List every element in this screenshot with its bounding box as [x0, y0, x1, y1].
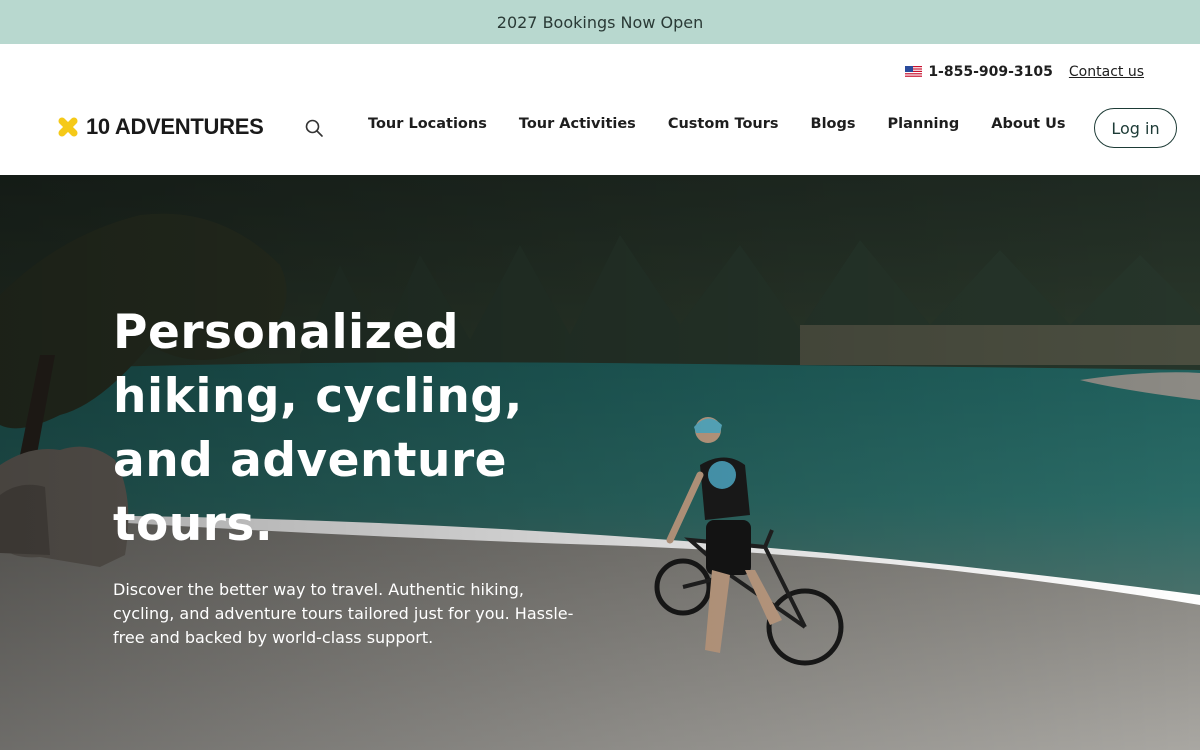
hero-section: Personalized hiking, cycling, and advent… — [0, 175, 1200, 750]
logo-text: 10 ADVENTURES — [86, 114, 264, 139]
utility-bar: 1-855-909-3105 Contact us — [905, 64, 1144, 80]
phone-number: 1-855-909-3105 — [928, 64, 1053, 80]
nav-about-us[interactable]: About Us — [991, 116, 1065, 132]
hero-subtitle: Discover the better way to travel. Authe… — [113, 580, 574, 647]
site-header: 1-855-909-3105 Contact us 10 ADVENTURES … — [0, 44, 1200, 175]
login-button[interactable]: Log in — [1094, 108, 1177, 148]
contact-link[interactable]: Contact us — [1069, 64, 1144, 80]
us-flag-icon — [905, 66, 923, 78]
announcement-text: 2027 Bookings Now Open — [496, 12, 704, 32]
nav-tour-locations[interactable]: Tour Locations — [368, 116, 487, 132]
nav-tour-activities[interactable]: Tour Activities — [519, 116, 636, 132]
main-nav: Tour Locations Tour Activities Custom To… — [368, 116, 1066, 132]
phone-link[interactable]: 1-855-909-3105 — [905, 64, 1053, 80]
nav-planning[interactable]: Planning — [888, 116, 960, 132]
nav-blogs[interactable]: Blogs — [811, 116, 856, 132]
logo[interactable]: 10 ADVENTURES — [56, 114, 264, 140]
x-mark-icon — [58, 117, 78, 137]
hero-title: Personalized hiking, cycling, and advent… — [113, 305, 523, 552]
search-icon[interactable] — [304, 118, 324, 138]
nav-custom-tours[interactable]: Custom Tours — [668, 116, 779, 132]
announcement-bar[interactable]: 2027 Bookings Now Open — [0, 0, 1200, 44]
